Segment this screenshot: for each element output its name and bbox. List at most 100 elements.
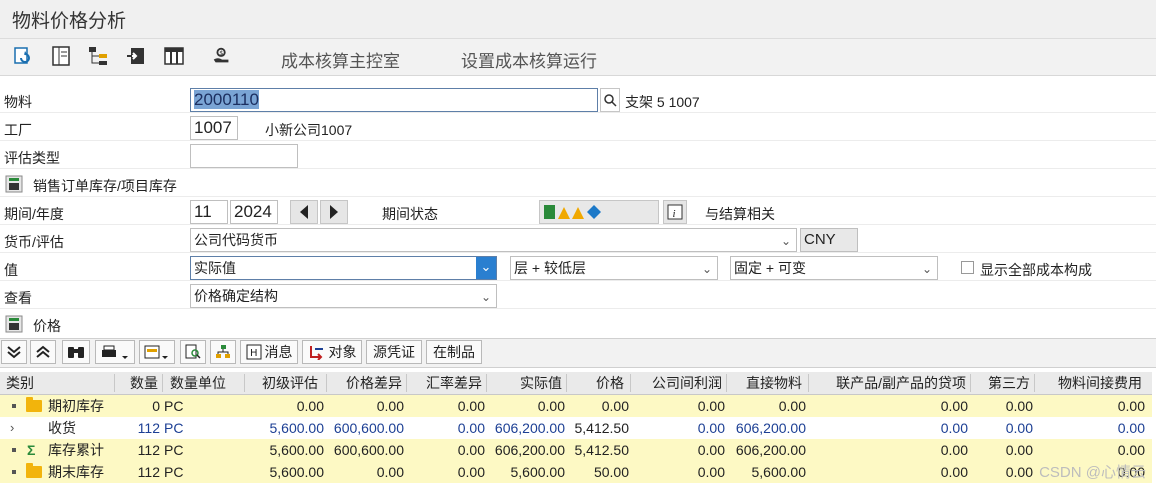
svg-text:$: $ — [219, 49, 223, 57]
section-toggle-icon[interactable] — [4, 174, 24, 194]
currency-row: 货币/评估 公司代码货币 ⌄ CNY — [0, 227, 1156, 253]
fx-variance-cell: 0.00 — [457, 442, 485, 458]
grid-header: 类别 数量 数量单位 初级评估 价格差异 汇率差异 实际值 价格 公司间利润 直… — [0, 372, 1152, 395]
primary-valuation-cell: 5,600.00 — [269, 464, 325, 480]
refresh-icon[interactable] — [12, 45, 34, 67]
layout-button[interactable] — [139, 340, 175, 364]
primary-valuation-cell: 5,600.00 — [269, 420, 325, 436]
column-header-unit[interactable]: 数量单位 — [170, 372, 226, 394]
watermark: CSDN @心情云 — [1039, 464, 1146, 481]
unit-cell: PC — [164, 442, 184, 458]
object-button[interactable]: 对象 — [302, 340, 362, 364]
export-icon[interactable] — [125, 45, 147, 67]
material-label: 物料 — [4, 94, 32, 110]
sigma-icon: Σ — [27, 442, 36, 458]
messages-button[interactable]: H 消息 — [240, 340, 298, 364]
expand-all-button[interactable] — [30, 340, 56, 364]
column-header-material-overhead[interactable]: 物料间接费用 — [1036, 372, 1142, 394]
period-status-indicator — [539, 200, 659, 224]
column-header-category[interactable]: 类别 — [6, 372, 34, 394]
period-input[interactable]: 11 — [190, 200, 228, 224]
wip-button[interactable]: 在制品 — [426, 340, 482, 364]
column-header-direct-material[interactable]: 直接物料 — [728, 372, 802, 394]
view-dropdown[interactable]: 价格确定结构 ⌄ — [190, 284, 497, 308]
column-header-intercompany-profit[interactable]: 公司间利润 — [632, 372, 722, 394]
table-row[interactable]: Σ 库存累计 112 PC 5,600.00 600,600.00 0.00 6… — [0, 439, 1152, 461]
hierarchy-button[interactable] — [210, 340, 236, 364]
layout-icon — [144, 345, 168, 359]
table-icon[interactable] — [163, 45, 185, 67]
currency-label: 货币/评估 — [4, 234, 64, 250]
price-cell: 5,412.50 — [574, 420, 630, 436]
chevron-down-icon[interactable]: ⌄ — [476, 257, 496, 279]
category-cell: 收货 — [48, 420, 76, 436]
setup-costing-run-button[interactable]: 设置成本核算运行 — [461, 47, 597, 72]
currency-value: 公司代码货币 — [194, 232, 278, 248]
cost-hand-icon[interactable]: $ — [211, 45, 233, 67]
bullet-icon — [12, 404, 16, 408]
hierarchy-icon[interactable] — [87, 45, 109, 67]
view-value: 价格确定结构 — [194, 288, 278, 304]
fixed-variable-value: 固定 + 可变 — [734, 260, 806, 276]
view-row: 查看 价格确定结构 ⌄ — [0, 283, 1156, 309]
column-header-coproduct-credit[interactable]: 联产品/副产品的贷项 — [810, 372, 966, 394]
value-row: 值 实际值 ⌄ 层 + 较低层 ⌄ 固定 + 可变 ⌄ 显示全部成本构成 — [0, 255, 1156, 281]
quantity-cell: 112 — [137, 464, 160, 480]
next-period-button[interactable] — [320, 200, 348, 224]
info-button[interactable]: i — [663, 200, 687, 224]
folder-icon — [26, 397, 42, 412]
section-toggle-icon[interactable] — [4, 314, 24, 334]
chevron-down-icon: ⌄ — [921, 262, 932, 276]
bullet-icon — [12, 448, 16, 452]
price-section-row: 价格 — [0, 311, 1156, 337]
document-search-button[interactable] — [180, 340, 206, 364]
page-title: 物料价格分析 — [12, 11, 127, 32]
material-input[interactable]: 2000110 — [190, 88, 598, 112]
print-button[interactable] — [95, 340, 135, 364]
column-header-price-variance[interactable]: 价格差异 — [328, 372, 402, 394]
primary-valuation-cell: 5,600.00 — [269, 442, 325, 458]
wip-button-label: 在制品 — [433, 344, 475, 360]
layer-value: 层 + 较低层 — [514, 260, 586, 276]
arrow-right-icon — [330, 205, 338, 219]
material-row: 物料 2000110 支架 5 1007 — [0, 87, 1156, 113]
fixed-variable-dropdown[interactable]: 固定 + 可变 ⌄ — [730, 256, 938, 280]
find-button[interactable] — [62, 340, 90, 364]
document-icon[interactable] — [50, 45, 72, 67]
column-header-primary-valuation[interactable]: 初级评估 — [246, 372, 318, 394]
intercompany-profit-cell: 0.00 — [697, 420, 725, 436]
layer-dropdown[interactable]: 层 + 较低层 ⌄ — [510, 256, 718, 280]
table-row[interactable]: 期初库存 0 PC 0.00 0.00 0.00 0.00 0.00 0.00 … — [0, 395, 1152, 417]
column-header-third-party[interactable]: 第三方 — [972, 372, 1030, 394]
currency-code: CNY — [804, 231, 836, 248]
fx-variance-cell: 0.00 — [457, 464, 485, 480]
price-variance-cell: 0.00 — [376, 464, 404, 480]
column-header-fx-variance[interactable]: 汇率差异 — [408, 372, 482, 394]
column-header-quantity[interactable]: 数量 — [116, 372, 158, 394]
material-search-button[interactable] — [600, 88, 620, 112]
previous-period-button[interactable] — [290, 200, 318, 224]
costing-cockpit-button[interactable]: 成本核算主控室 — [281, 47, 400, 72]
table-row[interactable]: › 收货 112 PC 5,600.00 600,600.00 0.00 606… — [0, 417, 1152, 439]
show-all-cost-components-checkbox[interactable] — [961, 261, 974, 274]
plant-label: 工厂 — [4, 122, 32, 138]
sales-order-section-label: 销售订单库存/项目库存 — [33, 178, 177, 194]
chevron-down-icon: ⌄ — [480, 290, 491, 304]
column-header-price[interactable]: 价格 — [568, 372, 624, 394]
chevron-down-icon: ⌄ — [780, 234, 791, 248]
quantity-cell: 112 — [137, 442, 160, 458]
table-row[interactable]: 期末库存 112 PC 5,600.00 0.00 0.00 5,600.00 … — [0, 461, 1152, 483]
currency-dropdown[interactable]: 公司代码货币 ⌄ — [190, 228, 797, 252]
chevron-right-icon[interactable]: › — [10, 417, 14, 439]
quantity-cell: 0 — [152, 398, 160, 414]
column-header-actual-value[interactable]: 实际值 — [488, 372, 562, 394]
collapse-all-button[interactable] — [1, 340, 27, 364]
period-year-row: 期间/年度 11 2024 期间状态 i 与结算相关 — [0, 199, 1156, 225]
valuation-type-input[interactable] — [190, 144, 298, 168]
third-party-cell: 0.00 — [1005, 442, 1033, 458]
printer-icon — [102, 345, 128, 359]
source-document-button[interactable]: 源凭证 — [366, 340, 422, 364]
year-input[interactable]: 2024 — [230, 200, 278, 224]
value-type-dropdown[interactable]: 实际值 ⌄ — [190, 256, 497, 280]
plant-input[interactable]: 1007 — [190, 116, 238, 140]
